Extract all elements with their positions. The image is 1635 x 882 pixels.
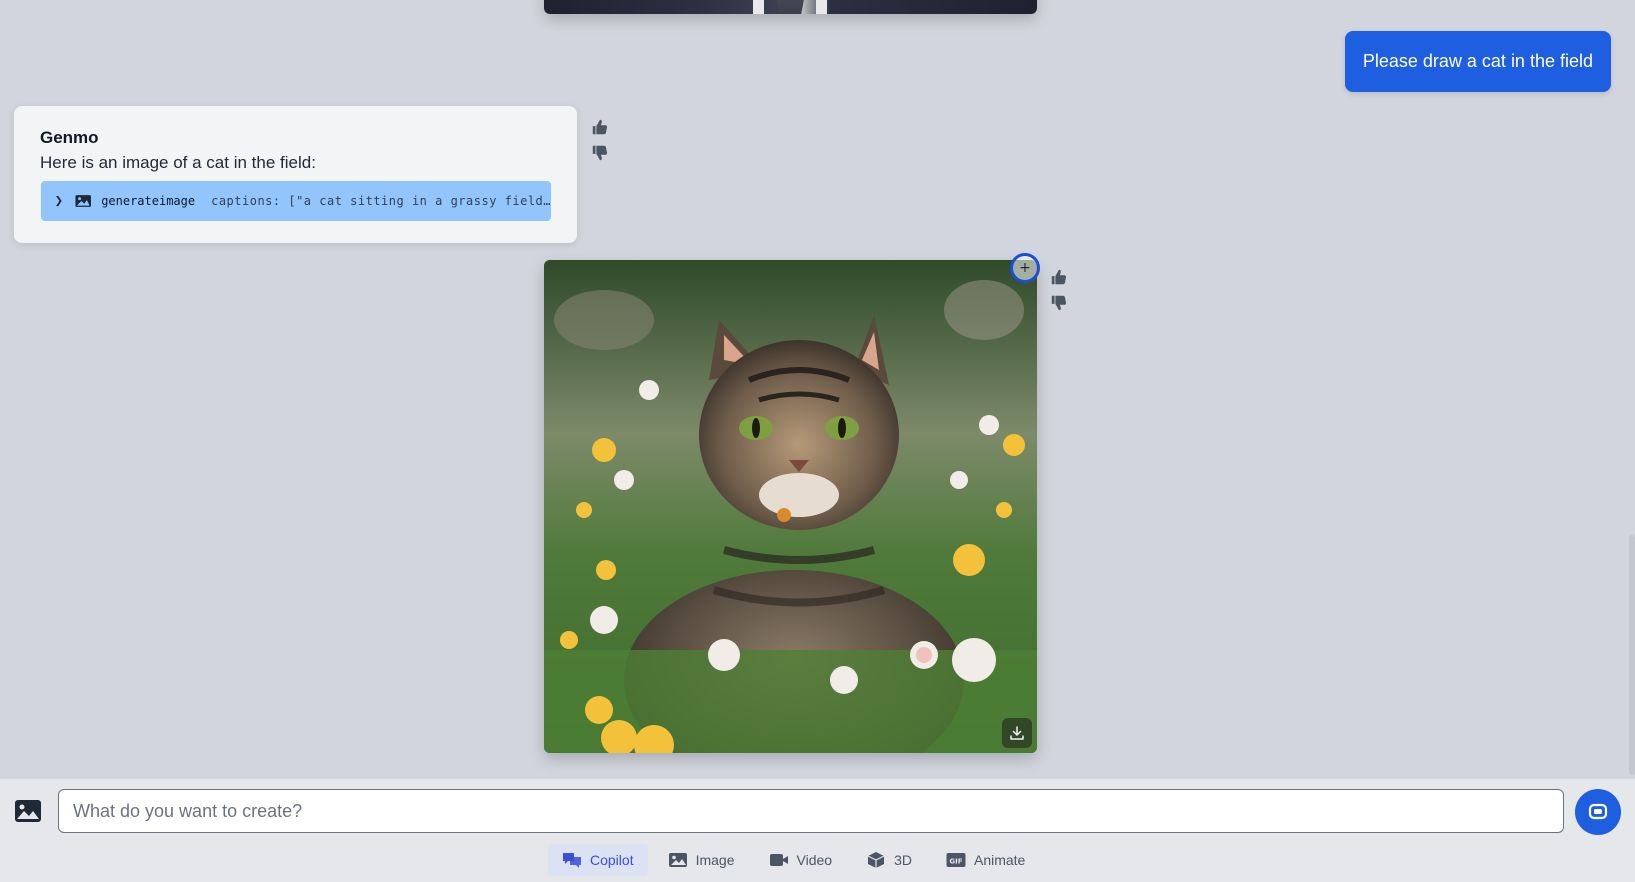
generated-image[interactable]	[544, 260, 1037, 753]
image-feedback	[1050, 268, 1068, 312]
gif-icon: GIF	[946, 853, 966, 867]
add-to-collection-button[interactable]: +	[1010, 253, 1040, 283]
assistant-name: Genmo	[40, 128, 99, 147]
tool-call-toggle[interactable]: ❯ generateimage captions: ["a cat sittin…	[41, 181, 551, 221]
composer-bar: Copilot Image Video 3D	[0, 779, 1635, 882]
image-icon[interactable]	[14, 799, 42, 823]
mode-tabs: Copilot Image Video 3D GIF Animate	[548, 844, 1039, 878]
scrollbar[interactable]	[1629, 535, 1635, 775]
cat-in-field-image	[544, 260, 1037, 753]
thumbs-up-icon[interactable]	[591, 118, 609, 136]
thumbs-down-icon[interactable]	[591, 144, 609, 162]
image-icon	[668, 853, 687, 867]
tab-video[interactable]: Video	[755, 844, 847, 876]
plus-icon: +	[1019, 260, 1031, 276]
assistant-text: Here is an image of a cat in the field:	[40, 153, 316, 172]
tab-label: Image	[695, 852, 735, 868]
tool-name: generateimage	[101, 194, 196, 208]
tab-3d[interactable]: 3D	[852, 844, 926, 876]
image-icon	[75, 195, 91, 207]
svg-text:GIF: GIF	[949, 858, 962, 866]
tab-animate[interactable]: GIF Animate	[932, 844, 1039, 876]
chevron-right-icon: ❯	[54, 193, 64, 209]
message-feedback	[591, 118, 609, 162]
thumbs-up-icon[interactable]	[1050, 268, 1068, 286]
video-camera-icon	[769, 854, 788, 866]
tab-copilot[interactable]: Copilot	[548, 844, 648, 876]
cube-icon	[867, 852, 885, 868]
tab-label: Video	[796, 852, 833, 868]
prompt-input[interactable]	[58, 789, 1564, 833]
send-button[interactable]	[1575, 789, 1621, 835]
tab-image[interactable]: Image	[654, 844, 749, 876]
assistant-message: Genmo Here is an image of a cat in the f…	[14, 106, 577, 243]
previous-generated-image[interactable]	[544, 0, 1037, 14]
thumbs-down-icon[interactable]	[1050, 294, 1068, 312]
user-message: Please draw a cat in the field	[1344, 31, 1611, 92]
chat-icon	[1588, 803, 1608, 820]
tab-label: Copilot	[590, 852, 634, 868]
download-button[interactable]	[1002, 718, 1032, 748]
tool-args: captions: ["a cat sitting in a grassy fi…	[211, 194, 551, 208]
chat-bubbles-icon	[563, 853, 581, 868]
tab-label: 3D	[894, 852, 912, 868]
tab-label: Animate	[973, 852, 1026, 868]
download-icon	[1010, 726, 1024, 740]
